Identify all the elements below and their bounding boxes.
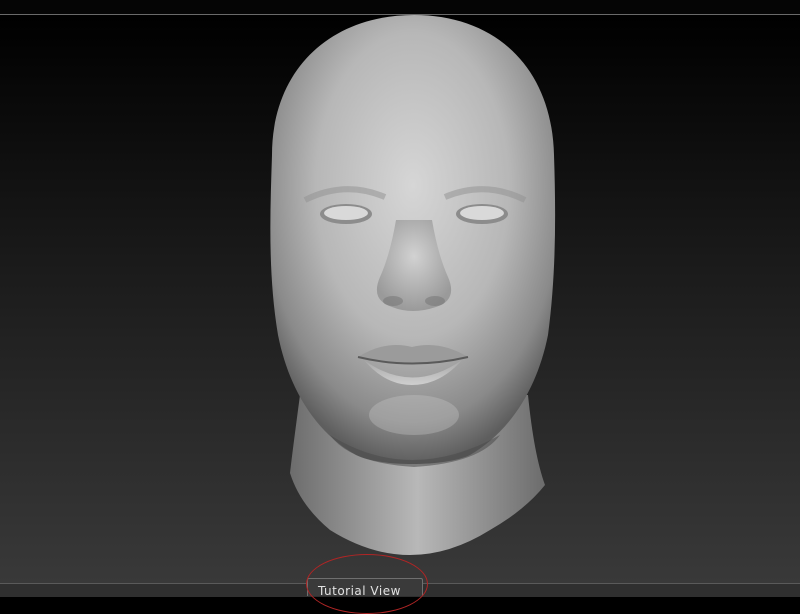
tutorial-view-tab[interactable]: Tutorial View <box>307 578 423 598</box>
3d-viewport[interactable] <box>0 15 800 583</box>
top-toolbar <box>0 0 800 15</box>
sculpted-head-model <box>270 15 556 555</box>
